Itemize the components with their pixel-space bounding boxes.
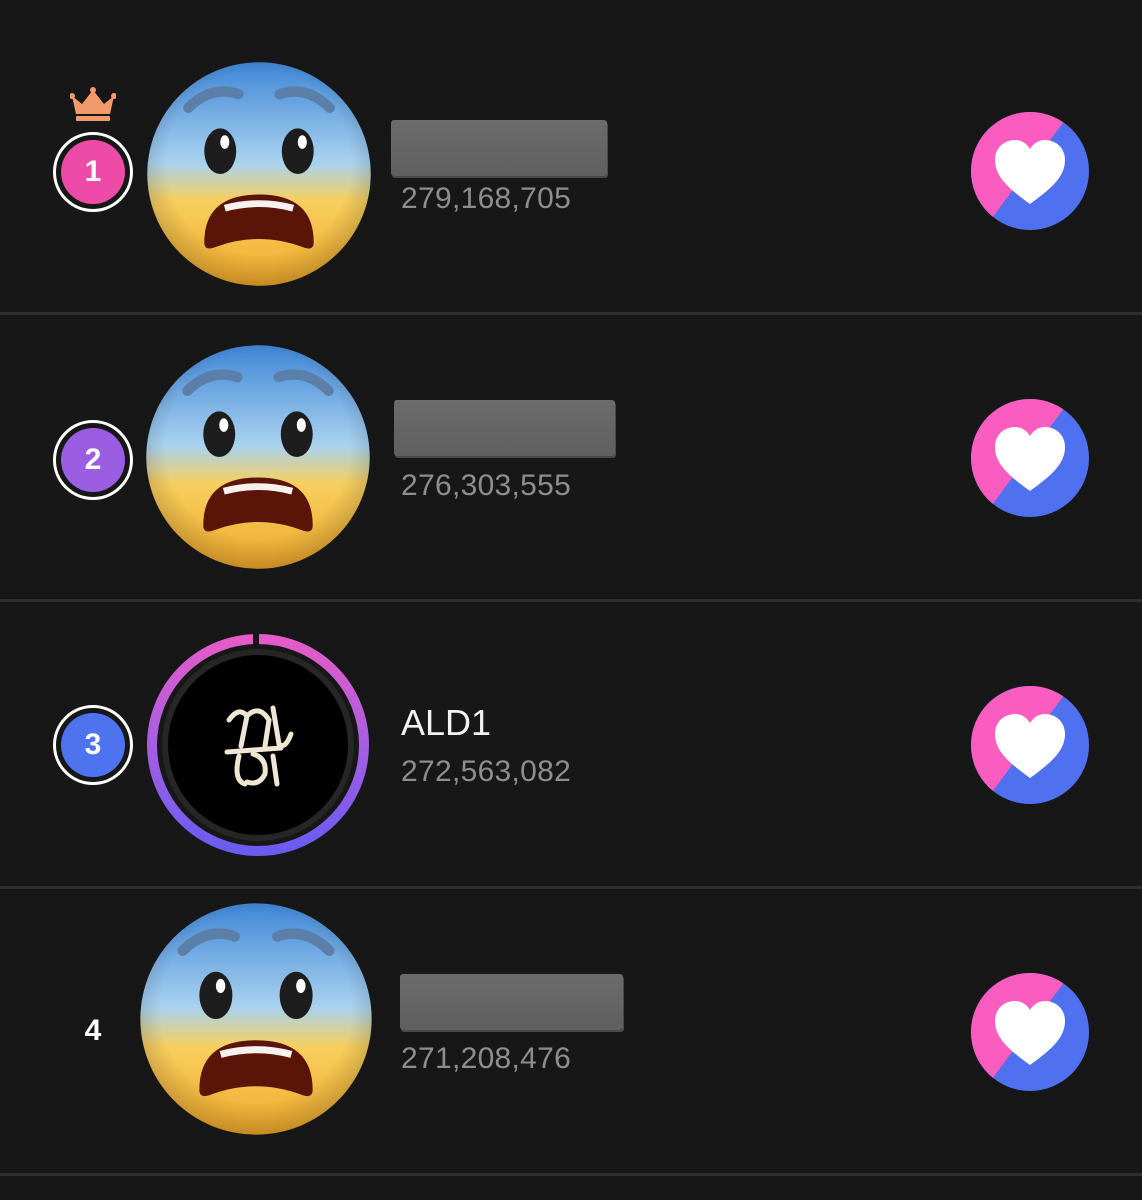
artist-name: ALD1 (401, 702, 492, 743)
vote-count: 271,208,476 (401, 1042, 572, 1075)
ranking-row-2[interactable]: 2 276,303,555 (0, 315, 1142, 600)
rank-badge: 1 (53, 132, 133, 212)
rank-number: 2 (61, 428, 125, 492)
heart-vote-icon[interactable] (971, 112, 1089, 230)
divider (0, 1173, 1142, 1176)
heart-vote-icon[interactable] (971, 686, 1089, 804)
vote-count: 272,563,082 (401, 755, 572, 788)
rank-badge: 2 (53, 420, 133, 500)
redacted-name (394, 400, 615, 456)
fearful-face-emoji-avatar (144, 343, 372, 571)
vote-count: 279,168,705 (401, 182, 572, 215)
ranking-row-1[interactable]: 1 279,168,705 (0, 0, 1142, 313)
rank-number: 1 (61, 140, 125, 204)
rank-number: 3 (61, 713, 125, 777)
crown-icon (70, 87, 116, 121)
fearful-face-emoji-avatar (145, 60, 373, 288)
vote-count: 276,303,555 (401, 469, 572, 502)
ranking-row-4[interactable]: 4 271,208,476 (0, 889, 1142, 1174)
heart-vote-icon[interactable] (971, 973, 1089, 1091)
rank-badge: 3 (53, 705, 133, 785)
rank-number: 4 (84, 1014, 102, 1047)
redacted-name (400, 974, 623, 1030)
fearful-face-emoji-avatar (138, 901, 374, 1137)
ranking-row-3[interactable]: 3 ALD1 272,563,082 (0, 602, 1142, 887)
heart-vote-icon[interactable] (971, 399, 1089, 517)
ald1-logo-avatar (147, 634, 369, 856)
ranking-list: 1 279,168,705 2 276,303,555 3 ALD1 272,5… (0, 0, 1142, 1200)
redacted-name (391, 120, 607, 176)
